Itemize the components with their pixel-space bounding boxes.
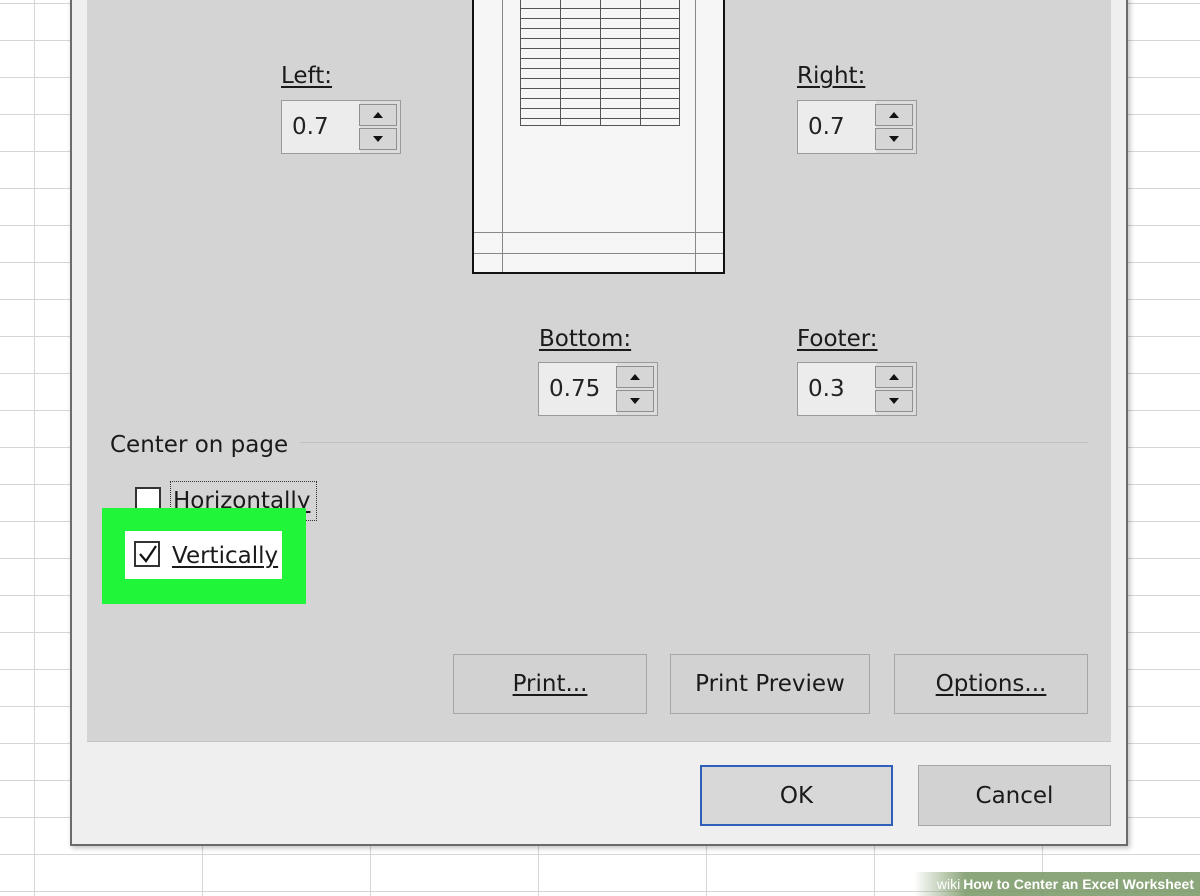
bottom-margin-spinner bbox=[538, 362, 658, 416]
arrow-down-icon bbox=[630, 398, 640, 404]
arrow-up-icon bbox=[373, 112, 383, 118]
preview-margin-line bbox=[474, 232, 723, 233]
arrow-up-icon bbox=[630, 374, 640, 380]
cancel-button[interactable]: Cancel bbox=[918, 765, 1111, 826]
arrow-down-icon bbox=[373, 136, 383, 142]
right-margin-spinner bbox=[797, 100, 917, 154]
left-margin-decrease-button[interactable] bbox=[359, 128, 397, 150]
preview-margin-line bbox=[474, 253, 723, 254]
page-preview bbox=[472, 0, 725, 274]
group-divider bbox=[300, 442, 1088, 443]
print-preview-button[interactable]: Print Preview bbox=[670, 654, 870, 714]
wikihow-watermark: wiki How to Center an Excel Worksheet bbox=[914, 872, 1200, 896]
right-margin-decrease-button[interactable] bbox=[875, 128, 913, 150]
bottom-margin-increase-button[interactable] bbox=[616, 366, 654, 388]
arrow-up-icon bbox=[889, 374, 899, 380]
footer-margin-spinner bbox=[797, 362, 917, 416]
center-on-page-heading: Center on page bbox=[110, 432, 289, 458]
right-margin-increase-button[interactable] bbox=[875, 104, 913, 126]
left-margin-spinner bbox=[281, 100, 401, 154]
right-margin-input[interactable] bbox=[798, 101, 876, 153]
check-icon bbox=[139, 545, 157, 563]
left-margin-label: Left: bbox=[281, 63, 333, 89]
print-button[interactable]: Print... bbox=[453, 654, 647, 714]
ok-button[interactable]: OK bbox=[700, 765, 893, 826]
footer-margin-increase-button[interactable] bbox=[875, 366, 913, 388]
footer-margin-decrease-button[interactable] bbox=[875, 390, 913, 412]
bottom-margin-input[interactable] bbox=[539, 363, 617, 415]
bottom-margin-decrease-button[interactable] bbox=[616, 390, 654, 412]
right-margin-label: Right: bbox=[797, 63, 866, 89]
arrow-down-icon bbox=[889, 398, 899, 404]
preview-table-grid bbox=[520, 0, 680, 126]
arrow-down-icon bbox=[889, 136, 899, 142]
vertically-label[interactable]: Vertically bbox=[172, 542, 278, 570]
options-button[interactable]: Options... bbox=[894, 654, 1088, 714]
footer-margin-label: Footer: bbox=[797, 326, 878, 352]
vertically-checkbox[interactable] bbox=[134, 541, 160, 567]
arrow-up-icon bbox=[889, 112, 899, 118]
left-margin-increase-button[interactable] bbox=[359, 104, 397, 126]
left-margin-input[interactable] bbox=[282, 101, 360, 153]
footer-margin-input[interactable] bbox=[798, 363, 876, 415]
bottom-margin-label: Bottom: bbox=[539, 326, 632, 352]
